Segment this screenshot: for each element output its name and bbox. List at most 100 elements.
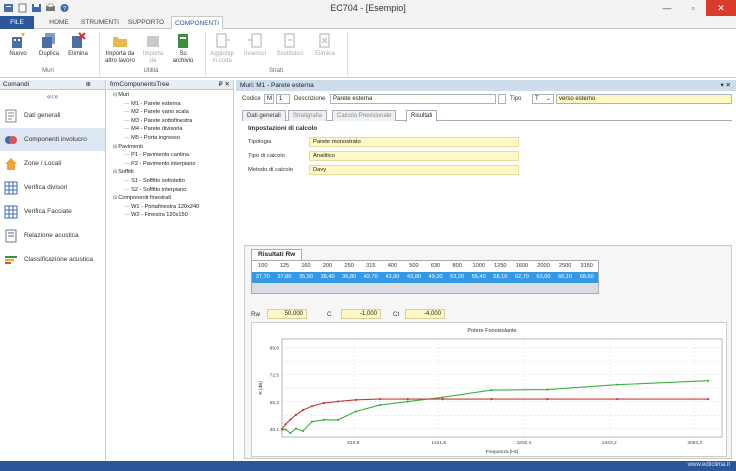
document-header-tools[interactable]: ▾ ✕: [720, 80, 731, 91]
sostituisci-button[interactable]: Sostituisci: [275, 32, 305, 58]
rw-value-cell[interactable]: 68,60: [576, 272, 598, 283]
elimina-strato-button[interactable]: Elimina: [312, 32, 338, 58]
rw-value-cell[interactable]: 36,80: [338, 272, 360, 283]
chart-svg: Potere Fonoisolante 38,1 55,3 72,5 89,6 610,6…: [258, 328, 723, 455]
tab-calcolo-previsionale[interactable]: Calcolo Previsionale: [332, 110, 397, 121]
status-text: www.edilclima.it: [687, 462, 730, 468]
tipo-select[interactable]: T ⌄: [532, 94, 554, 104]
sound-insulation-chart: Potere Fonoisolante 38,1 55,3 72,5 89,6 610,6…: [251, 322, 727, 457]
nav-item-relazione-acustica[interactable]: Relazione acustica: [0, 224, 105, 247]
collapse-icon[interactable]: «‹»: [0, 92, 105, 104]
tree-panel-tools[interactable]: ₽ ✕: [219, 80, 230, 90]
tree-item[interactable]: — M2 - Parete vano scala: [124, 109, 189, 115]
minimize-icon[interactable]: —: [654, 0, 680, 16]
inserisci-button[interactable]: Inserisci: [242, 32, 268, 58]
rw-value-cell[interactable]: 53,20: [446, 272, 468, 283]
tab-supporto[interactable]: SUPPORTO: [124, 16, 168, 29]
expand-icon[interactable]: ⊟: [113, 92, 117, 98]
group-label-strati: Strati: [268, 68, 283, 74]
nav-item-dati-generali[interactable]: Dati generali: [0, 104, 105, 127]
tree-category[interactable]: ⊟Soffitti: [113, 169, 134, 175]
rw-value-cell[interactable]: 38,40: [317, 272, 339, 283]
nav-item-componenti-involucro[interactable]: Componenti involucro: [0, 128, 105, 151]
tree-item[interactable]: — M3 - Parete sottofinestra: [124, 118, 192, 124]
tree-item[interactable]: — P1 - Pavimento cantina: [124, 152, 189, 158]
tree-item[interactable]: — S1 - Soffitto sottotetto: [124, 178, 185, 184]
pin-icon[interactable]: ⊕: [86, 80, 91, 90]
tipo-description-field[interactable]: verso esterno: [556, 94, 732, 104]
tree-item[interactable]: — M1 - Parete esterna: [124, 101, 181, 107]
expand-icon[interactable]: ⊟: [113, 144, 117, 150]
nav-item-zone-locali[interactable]: Zone / Locali: [0, 152, 105, 175]
y-axis-label: R [dB]: [258, 381, 264, 394]
rw-frequency-cell: 315: [366, 263, 376, 269]
tree-category[interactable]: ⊟Muri: [113, 92, 129, 98]
expand-icon[interactable]: ⊟: [113, 195, 117, 201]
elimina-button[interactable]: Elimina: [66, 32, 90, 58]
rw-value-cell[interactable]: 37,70: [252, 272, 274, 283]
rw-values-row[interactable]: 37,70 37,80 35,50 38,40 36,80 42,70 43,90 43,80…: [252, 272, 598, 283]
tab-risultati[interactable]: Risultati: [406, 110, 438, 122]
expand-icon[interactable]: ⊟: [113, 169, 117, 175]
y-tick-label: 55,3: [270, 400, 280, 406]
tab-stratigrafia[interactable]: Stratigrafia: [288, 110, 328, 121]
tab-home[interactable]: HOME: [40, 16, 78, 29]
codice-label: Codice: [242, 96, 261, 102]
tree-node-label: W1 - Portafinestra 120x240: [131, 203, 200, 210]
series-point: [336, 418, 339, 422]
series-point: [322, 418, 326, 421]
importa-da-button[interactable]: Importa da: [140, 32, 166, 64]
title-bar: ? EC704 - [Esempio] — ▫ ✕: [0, 0, 736, 16]
codice-prefix-field[interactable]: M: [264, 94, 274, 104]
tree-item[interactable]: — M4 - Parete divisoria: [124, 126, 182, 132]
nav-item-classificazione-acustica[interactable]: Classificazione acustica: [0, 248, 105, 271]
delete-layer-icon: [319, 33, 330, 48]
importa-altro-lavoro-button[interactable]: Importa da altro lavoro: [103, 32, 137, 64]
su-archivio-button[interactable]: Su archivio: [170, 32, 196, 64]
tree-item[interactable]: — S2 - Soffitto interpiano: [124, 187, 186, 193]
codice-number-field[interactable]: 1: [276, 94, 290, 104]
tree-category[interactable]: ⊟Componenti finestrati: [113, 195, 171, 201]
tab-risultati-rw[interactable]: Risultati Rw: [251, 249, 303, 260]
add-layer-icon: [216, 33, 230, 48]
tab-dati-generali[interactable]: Dati generali: [242, 110, 286, 121]
component-subtabs: Dati generali Stratigrafia Calcolo Previ…: [242, 110, 732, 122]
tree-item[interactable]: — M5 - Porta ingresso: [124, 135, 180, 141]
nuovo-button[interactable]: Nuovo: [6, 32, 30, 58]
rw-value-cell[interactable]: 66,10: [554, 272, 576, 283]
maximize-icon[interactable]: ▫: [680, 0, 706, 16]
tree-category[interactable]: ⊟Pavimenti: [113, 144, 143, 150]
rw-value-cell[interactable]: 49,20: [425, 272, 447, 283]
tab-strumenti[interactable]: STRUMENTI: [80, 16, 120, 29]
rw-value-cell[interactable]: 43,90: [382, 272, 404, 283]
document-icon: [5, 109, 17, 122]
descrizione-field[interactable]: Parete esterna: [330, 94, 496, 104]
descrizione-extra-field[interactable]: [498, 94, 506, 104]
aggiungi-in-coda-label: Aggiungi in coda: [210, 51, 234, 64]
rw-value-cell[interactable]: 62,70: [511, 272, 533, 283]
series-point: [284, 428, 287, 431]
tab-file[interactable]: FILE: [0, 16, 34, 29]
series-point: [301, 429, 305, 433]
duplica-button[interactable]: Duplica: [36, 32, 62, 58]
bars-icon: [5, 255, 17, 264]
x-tick-label: 2443,2: [602, 440, 617, 446]
rw-value-cell[interactable]: 55,40: [468, 272, 490, 283]
tree-item[interactable]: — W2 - Finestra 120x150: [124, 212, 188, 218]
tab-componenti[interactable]: COMPONENTI: [171, 16, 223, 30]
rw-value-cell[interactable]: 63,00: [533, 272, 555, 283]
rw-value-cell[interactable]: 58,10: [490, 272, 512, 283]
rw-value-cell[interactable]: 43,80: [403, 272, 425, 283]
tree-item[interactable]: — W1 - Portafinestra 120x240: [124, 204, 199, 210]
nav-item-verifica-facciate[interactable]: Verifica Facciate: [0, 200, 105, 223]
tree-node-label: M2 - Parete vano scala: [131, 109, 189, 116]
rw-value-cell[interactable]: 42,70: [360, 272, 382, 283]
nav-item-verifica-divisori[interactable]: Verifica divisori: [0, 176, 105, 199]
tree-item[interactable]: — P2 - Pavimento interpiano: [124, 161, 196, 167]
close-icon[interactable]: ✕: [706, 0, 736, 16]
chart-title: Potere Fonoisolante: [467, 328, 516, 334]
aggiungi-in-coda-button[interactable]: Aggiungi in coda: [209, 32, 235, 64]
rw-value-cell[interactable]: 35,50: [295, 272, 317, 283]
rw-value-cell[interactable]: 37,80: [274, 272, 296, 283]
tree-node-label: Muri: [118, 92, 130, 98]
